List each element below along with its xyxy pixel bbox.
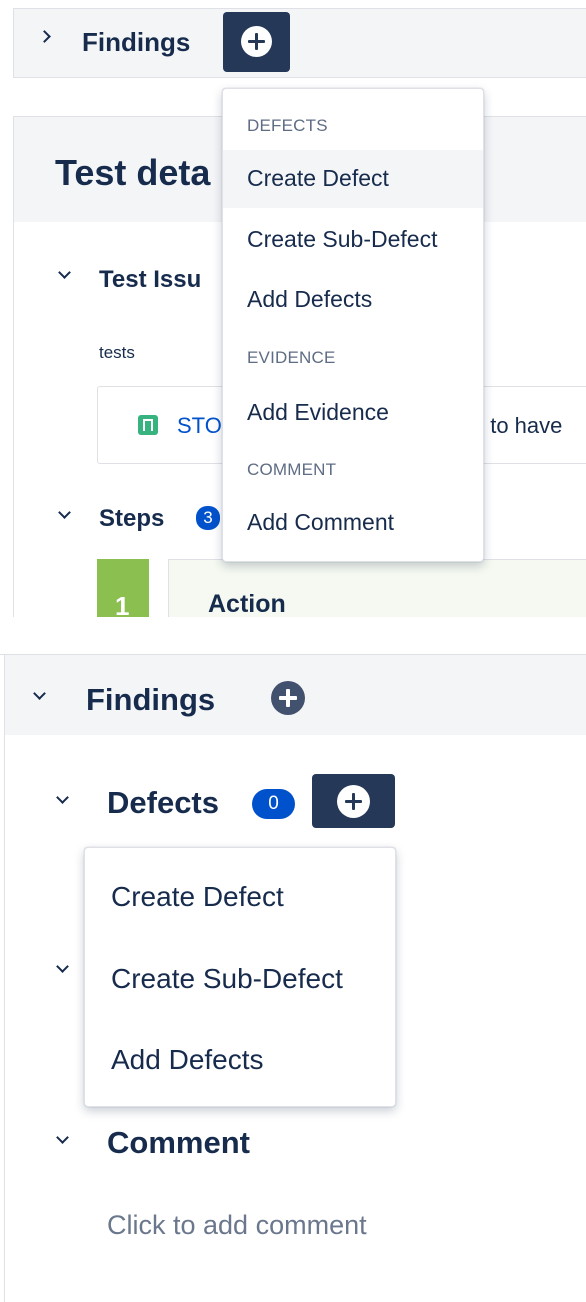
issue-summary: t to have: [478, 413, 563, 438]
menu-item-label: Create Defect: [247, 165, 389, 191]
menu-item-label: Add Comment: [247, 509, 395, 535]
menu-item-label: Add Defects: [247, 286, 373, 312]
plus-icon: [241, 26, 272, 57]
panel-dropdown-all-findings: Findings Test deta Test Issu tests STO t…: [0, 0, 586, 617]
menu-section-defects: DEFECTS: [247, 116, 328, 135]
findings-title: Findings: [86, 682, 216, 717]
menu-item-create-sub-defect[interactable]: Create Sub-Defect: [223, 211, 483, 269]
comment-placeholder[interactable]: Click to add comment: [107, 1210, 367, 1241]
menu-item-label: Add Evidence: [247, 399, 389, 425]
menu-item-add-comment[interactable]: Add Comment: [223, 494, 483, 552]
step-action-heading: Action: [208, 590, 286, 617]
add-finding-button[interactable]: [271, 681, 305, 715]
step-number-label: 1: [115, 591, 130, 617]
test-issue-heading: Test Issu: [99, 266, 202, 293]
comment-heading: Comment: [107, 1125, 250, 1160]
defects-count-badge: 0: [252, 789, 295, 819]
steps-heading: Steps: [99, 505, 165, 532]
menu-item-add-defects[interactable]: Add Defects: [223, 271, 483, 329]
findings-add-menu: DEFECTS Create Defect Create Sub-Defect …: [222, 88, 484, 562]
add-finding-button[interactable]: [223, 12, 290, 72]
tests-label: tests: [99, 343, 135, 362]
menu-item-create-defect[interactable]: Create Defect: [111, 881, 284, 913]
menu-item-create-defect[interactable]: Create Defect: [223, 150, 483, 208]
plus-icon: [337, 785, 370, 818]
defects-heading: Defects: [107, 785, 219, 820]
menu-item-add-defects[interactable]: Add Defects: [111, 1044, 264, 1076]
panel-dropdown-defects: Findings Defects 0 ) Comment Click to ad…: [0, 654, 586, 1302]
menu-item-label: Create Sub-Defect: [247, 226, 438, 252]
menu-section-comment: COMMENT: [247, 460, 337, 479]
steps-count-badge: 3: [196, 506, 220, 530]
test-details-title: Test deta: [55, 152, 211, 193]
findings-title: Findings: [82, 27, 191, 57]
menu-section-evidence: EVIDENCE: [247, 348, 336, 367]
add-defect-button[interactable]: [312, 774, 395, 828]
step-number: 1: [97, 559, 149, 617]
issue-key-link[interactable]: STO: [177, 413, 222, 439]
story-icon: [138, 415, 158, 435]
menu-item-add-evidence[interactable]: Add Evidence: [223, 384, 483, 442]
menu-item-create-sub-defect[interactable]: Create Sub-Defect: [111, 963, 343, 995]
defects-add-menu: Create Defect Create Sub-Defect Add Defe…: [84, 847, 396, 1107]
